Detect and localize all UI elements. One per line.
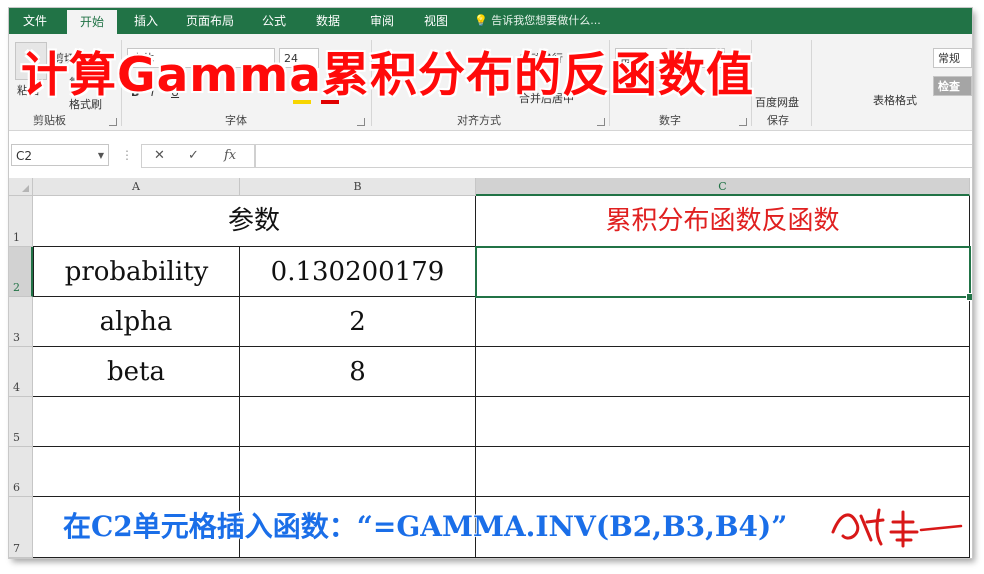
group-separator	[811, 40, 812, 126]
ribbon-tab-2[interactable]: 插入	[123, 8, 169, 34]
cell-b4[interactable]: 8	[240, 347, 476, 397]
cell-a6[interactable]	[33, 447, 240, 497]
cell-a5[interactable]	[33, 397, 240, 447]
cell-c1[interactable]: 累积分布函数反函数	[476, 196, 970, 247]
instruction-text: 在C2单元格插入函数：“=GAMMA.INV(B2,B3,B4)”	[63, 510, 788, 543]
column-header-b[interactable]: B	[240, 178, 476, 196]
page-title: 计算Gamma累积分布的反函数值	[21, 48, 754, 103]
ribbon-tab-7[interactable]: 视图	[413, 8, 459, 34]
cell-a1-merged[interactable]: 参数	[33, 196, 476, 247]
cell-a4[interactable]: beta	[33, 347, 240, 397]
ribbon-tab-6[interactable]: 审阅	[359, 8, 405, 34]
ribbon-tab-5[interactable]: 数据	[305, 8, 351, 34]
cell-c5[interactable]	[476, 397, 970, 447]
alignment-dialog-launcher[interactable]	[597, 118, 605, 126]
fill-handle[interactable]	[966, 293, 972, 301]
formula-input[interactable]	[255, 144, 972, 168]
clipboard-dialog-launcher[interactable]	[109, 118, 117, 126]
save-group-label: 保存	[767, 114, 789, 127]
select-all-button[interactable]	[9, 178, 33, 196]
tell-me-text: 告诉我您想要做什么...	[491, 14, 601, 27]
excel-window: 💡 告诉我您想要做什么... 文件 开始 插入 页面布局 公式 数据 审阅 视图 粘贴 剪切 …	[9, 8, 972, 558]
cell-style-normal[interactable]: 常规	[933, 48, 972, 68]
formula-buttons: ✕ ✓ fx	[141, 144, 255, 168]
baidu-netdisk-button[interactable]: 百度网盘	[755, 94, 799, 110]
row-header-1[interactable]: 1	[9, 196, 33, 247]
table-style-button[interactable]: 表格格式	[873, 92, 917, 108]
signature-stamp	[831, 508, 963, 548]
name-box[interactable]: C2 ▼	[11, 144, 109, 166]
font-group-label: 字体	[225, 114, 247, 127]
row-header-5[interactable]: 5	[9, 397, 33, 447]
cell-b2[interactable]: 0.130200179	[240, 247, 476, 297]
cell-b5[interactable]	[240, 397, 476, 447]
row-header-7[interactable]: 7	[9, 497, 33, 558]
cell-b6[interactable]	[240, 447, 476, 497]
ribbon-tab-bar: 💡 告诉我您想要做什么... 文件 开始 插入 页面布局 公式 数据 审阅 视图	[9, 8, 972, 34]
ribbon-tab-0[interactable]: 文件	[9, 8, 61, 34]
alignment-group-label: 对齐方式	[457, 114, 501, 127]
ribbon-tab-1[interactable]: 开始	[67, 10, 117, 34]
ribbon-tab-3[interactable]: 页面布局	[177, 8, 243, 34]
cell-a2[interactable]: probability	[33, 247, 240, 297]
font-dialog-launcher[interactable]	[357, 118, 365, 126]
column-header-c[interactable]: C	[476, 178, 970, 196]
row-header-6[interactable]: 6	[9, 447, 33, 497]
number-group-label: 数字	[659, 114, 681, 127]
tell-me-box[interactable]: 💡 告诉我您想要做什么...	[474, 8, 601, 34]
worksheet-grid: A B C 1 2 3 4 5 6 7 参数 累积分布函数反函数 probabi…	[9, 178, 972, 558]
formula-bar: C2 ▼ ⋮ ✕ ✓ fx	[9, 140, 972, 170]
number-dialog-launcher[interactable]	[739, 118, 747, 126]
column-header-a[interactable]: A	[33, 178, 240, 196]
clipboard-group-label: 剪贴板	[33, 114, 66, 127]
cell-style-check[interactable]: 检查	[933, 76, 972, 96]
cell-c3[interactable]	[476, 297, 970, 347]
cell-b3[interactable]: 2	[240, 297, 476, 347]
cell-c6[interactable]	[476, 447, 970, 497]
formula-bar-grip[interactable]: ⋮	[121, 148, 133, 162]
active-cell-outline	[475, 246, 971, 298]
row-header-4[interactable]: 4	[9, 347, 33, 397]
insert-function-icon[interactable]: fx	[224, 145, 236, 167]
row-header-2[interactable]: 2	[9, 247, 33, 297]
ribbon-tab-4[interactable]: 公式	[251, 8, 297, 34]
enter-icon[interactable]: ✓	[188, 145, 199, 167]
name-box-value: C2	[16, 149, 33, 163]
cell-a3[interactable]: alpha	[33, 297, 240, 347]
lightbulb-icon: 💡	[474, 14, 488, 27]
row-header-3[interactable]: 3	[9, 297, 33, 347]
chevron-down-icon[interactable]: ▼	[98, 145, 104, 167]
cell-c4[interactable]	[476, 347, 970, 397]
cancel-icon[interactable]: ✕	[154, 145, 165, 167]
